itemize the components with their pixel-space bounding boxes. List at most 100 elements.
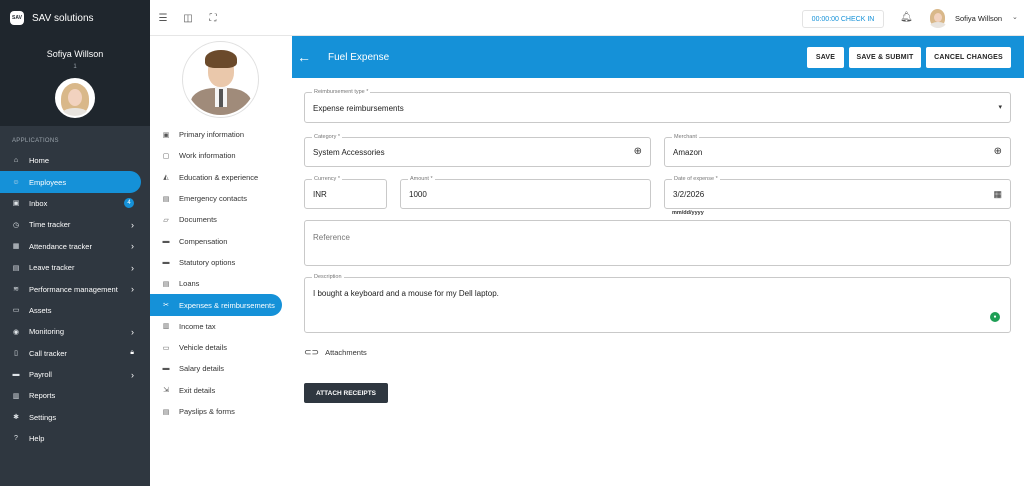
sidebar-item-home[interactable]: ⌂ Home [0, 150, 150, 171]
field-value: I bought a keyboard and a mouse for my D… [313, 289, 499, 298]
top-username[interactable]: Sofiya Willson [955, 14, 1002, 23]
subnav-item-label: Income tax [179, 321, 216, 331]
attach-receipts-button[interactable]: ATTACH RECEIPTS [304, 383, 388, 403]
avatar[interactable] [55, 78, 95, 118]
sidebar-item-leave-tracker[interactable]: ▤ Leave tracker › [0, 257, 150, 278]
field-value: System Accessories [313, 148, 385, 157]
subnav-item-label: Vehicle details [179, 343, 227, 353]
subnav-item-exit-details[interactable]: ⇲ Exit details [150, 380, 292, 401]
employees-icon: ☺ [12, 178, 20, 186]
sidebar-item-label: Monitoring [29, 327, 65, 337]
avatar[interactable] [928, 8, 948, 28]
sidebar-item-employees[interactable]: ☺ Employees [0, 171, 141, 193]
inbox-icon: ▣ [12, 200, 20, 208]
sidebar-item-time-tracker[interactable]: ◷ Time tracker › [0, 214, 150, 235]
subnav-item-payslips-forms[interactable]: ▤ Payslips & forms [150, 401, 292, 422]
performance-icon: ≋ [13, 286, 19, 294]
chevron-right-icon: › [131, 219, 134, 230]
category-field[interactable]: Category * System Accessories ⊕ [304, 134, 651, 167]
id-card-icon: ▣ [162, 131, 170, 139]
subnav-item-income-tax[interactable]: ▥ Income tax [150, 316, 292, 337]
sidebar-item-reports[interactable]: ▥ Reports [0, 385, 150, 406]
back-arrow-icon[interactable]: ← [297, 49, 311, 65]
subnav-item-primary-information[interactable]: ▣ Primary information [150, 124, 292, 145]
graduation-icon: ◭ [163, 174, 169, 182]
reference-field[interactable]: Reference [304, 220, 1011, 266]
field-label: Currency * [312, 176, 342, 183]
page-title: Fuel Expense [328, 52, 390, 63]
sidebar-item-label: Attendance tracker [29, 241, 92, 251]
amount-field[interactable]: Amount * 1000 [400, 176, 651, 209]
user-sub: 1 [73, 64, 77, 70]
grammar-check-icon[interactable]: ● [990, 312, 1000, 322]
sidebar-item-help[interactable]: ? Help [0, 428, 150, 449]
sidebar-item-label: Settings [29, 412, 57, 422]
cancel-changes-button[interactable]: CANCEL CHANGES [926, 47, 1011, 68]
sidebar-item-label: Payroll [29, 370, 52, 380]
subnav-item-statutory-options[interactable]: ▬ Statutory options [150, 252, 292, 273]
subnav-item-expenses-reimbursements[interactable]: ✂ Expenses & reimbursements [150, 294, 282, 316]
calendar-icon: ▦ [12, 243, 20, 251]
subnav-item-documents[interactable]: ▱ Documents [150, 209, 292, 230]
employee-photo[interactable] [183, 42, 258, 117]
sidebar-item-inbox[interactable]: ▣ Inbox 4 [0, 193, 150, 214]
chevron-right-icon: › [131, 326, 134, 337]
subnav-item-loans[interactable]: ▤ Loans [150, 273, 292, 294]
save-submit-button[interactable]: SAVE & SUBMIT [849, 47, 921, 68]
sidebar-item-assets[interactable]: ▭ Assets [0, 300, 150, 321]
subnav-item-label: Loans [179, 279, 200, 289]
subnav-item-education-experience[interactable]: ◭ Education & experience [150, 167, 292, 188]
menu-icon[interactable]: ☰ [157, 13, 169, 25]
merchant-field[interactable]: Merchant Amazon ⊕ [664, 134, 1011, 167]
payslip-icon: ▤ [162, 408, 170, 416]
chevron-down-icon[interactable]: ⌄ [1012, 13, 1018, 21]
subnav-item-vehicle-details[interactable]: ▭ Vehicle details [150, 337, 292, 358]
lock-icon: 🔒︎ [130, 349, 134, 357]
description-field[interactable]: Description I bought a keyboard and a mo… [304, 274, 1011, 333]
chevron-right-icon: › [131, 369, 134, 380]
calendar-icon[interactable]: ▦ [993, 188, 1002, 200]
reports-icon: ▥ [12, 392, 20, 400]
sidebar-item-attendance-tracker[interactable]: ▦ Attendance tracker › [0, 236, 150, 257]
sidebar-item-performance-management[interactable]: ≋ Performance management › [0, 278, 150, 299]
chevron-right-icon: › [131, 241, 134, 252]
sidebar-item-label: Call tracker [29, 348, 67, 358]
add-circle-icon[interactable]: ⊕ [994, 146, 1002, 158]
fullscreen-icon[interactable]: ⛶ [207, 13, 219, 25]
add-circle-icon[interactable]: ⊕ [634, 146, 642, 158]
home-icon: ⌂ [13, 157, 19, 165]
subnav-item-compensation[interactable]: ▬ Compensation [150, 230, 292, 251]
check-in-button[interactable]: 00:00:00 CHECK IN [802, 10, 884, 28]
subnav-item-label: Expenses & reimbursements [179, 300, 275, 310]
subnav-item-salary-details[interactable]: ▬ Salary details [150, 358, 292, 379]
field-label: Reimbursement type * [312, 89, 371, 96]
subnav-item-label: Exit details [179, 385, 216, 395]
subnav-item-work-information[interactable]: ▢ Work information [150, 145, 292, 166]
subnav-item-emergency-contacts[interactable]: ▤ Emergency contacts [150, 188, 292, 209]
brand: SAV SAV solutions [0, 0, 150, 36]
brand-name: SAV solutions [32, 12, 94, 24]
subnav-item-label: Work information [179, 151, 236, 161]
dropdown-arrow-icon[interactable]: ▾ [998, 102, 1002, 114]
sidebar-item-settings[interactable]: ✱ Settings [0, 407, 150, 428]
field-value: INR [313, 190, 327, 199]
currency-field[interactable]: Currency * INR [304, 176, 387, 209]
date-format-helper: mm/dd/yyyy [672, 210, 704, 216]
bell-icon[interactable]: 🔔︎ [900, 12, 913, 23]
settings-icon: ✱ [13, 414, 19, 422]
save-button[interactable]: SAVE [807, 47, 844, 68]
reference-placeholder: Reference [313, 233, 350, 242]
sidebar-item-call-tracker[interactable]: ▯ Call tracker 🔒︎ [0, 343, 150, 364]
reimbursement-type-select[interactable]: Reimbursement type * Expense reimburseme… [304, 89, 1011, 123]
sidebar-item-monitoring[interactable]: ◉ Monitoring › [0, 321, 150, 342]
sidebar-item-payroll[interactable]: ▬ Payroll › [0, 364, 150, 385]
expenses-icon: ✂ [163, 302, 169, 310]
attachments-link[interactable]: ⊂⊃ Attachments [304, 347, 367, 358]
layout-icon[interactable]: ◫ [182, 13, 194, 25]
field-label: Amount * [408, 176, 435, 183]
vehicle-icon: ▭ [162, 344, 170, 352]
sidebar-item-label: Employees [29, 177, 67, 187]
date-of-expense-field[interactable]: Date of expense * 3/2/2026 ▦ [664, 176, 1011, 209]
chevron-right-icon: › [131, 262, 134, 273]
compensation-icon: ▬ [162, 237, 170, 245]
